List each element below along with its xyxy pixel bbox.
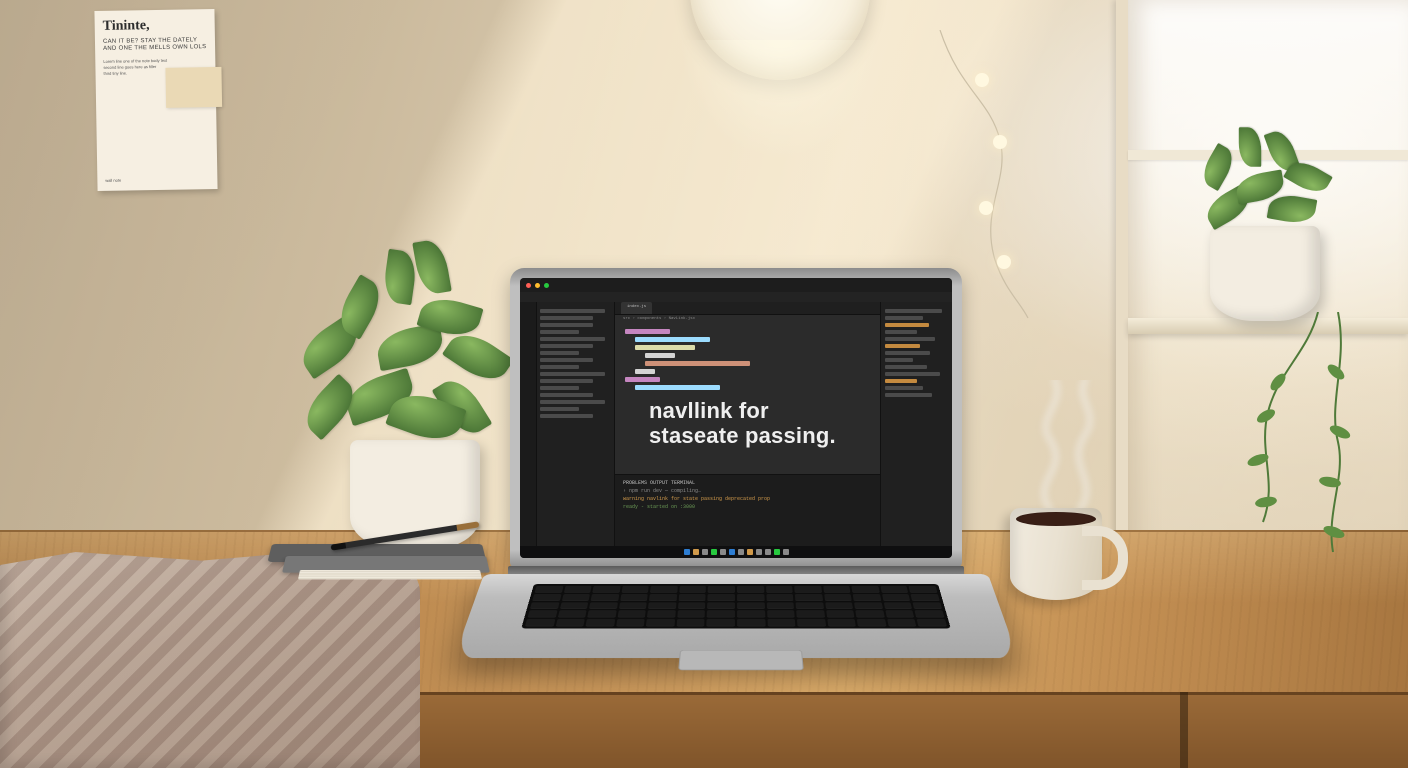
throw-blanket <box>0 552 420 768</box>
taskbar-app-icon[interactable] <box>693 549 699 555</box>
wall-note-swatch <box>165 67 222 108</box>
breadcrumb[interactable]: src › components › NavLink.jsx <box>615 315 880 323</box>
close-icon[interactable] <box>526 283 531 288</box>
wall-note-footer: wall note <box>105 178 121 183</box>
editor-overlay-message: navllink for staseate passing. <box>649 398 860 449</box>
taskbar-app-icon[interactable] <box>711 549 717 555</box>
taskbar-app-icon[interactable] <box>765 549 771 555</box>
minimize-icon[interactable] <box>535 283 540 288</box>
ide-body: index.js src › components › NavLink.jsx <box>520 302 952 546</box>
taskbar-app-icon[interactable] <box>702 549 708 555</box>
editor-tabbar[interactable]: index.js <box>615 302 880 315</box>
overlay-line-2: staseate passing. <box>649 423 836 448</box>
wall-note: Tininte, CAN IT BE? STAY THE DATELY AND … <box>94 9 217 191</box>
code-area[interactable] <box>625 326 874 393</box>
laptop-trackpad[interactable] <box>678 650 804 670</box>
terminal-tabs[interactable]: PROBLEMS OUTPUT TERMINAL <box>623 479 872 487</box>
wall-note-title: Tininte, <box>103 17 207 35</box>
ceiling-lamp <box>690 0 870 80</box>
overlay-line-1: navllink for <box>649 398 769 423</box>
notebook-page-edges <box>298 570 482 579</box>
window-frame-bar <box>1128 150 1408 160</box>
taskbar-app-icon[interactable] <box>747 549 753 555</box>
coffee-mug <box>1010 508 1102 600</box>
desk-seam <box>1180 692 1188 768</box>
taskbar-app-icon[interactable] <box>783 549 789 555</box>
taskbar-app-icon[interactable] <box>729 549 735 555</box>
laptop-keyboard[interactable] <box>521 584 951 629</box>
wall-note-subtitle: CAN IT BE? STAY THE DATELY AND ONE THE M… <box>103 37 207 53</box>
terminal-line: ready - started on :3000 <box>623 503 872 511</box>
editor-pane[interactable]: index.js src › components › NavLink.jsx <box>615 302 880 546</box>
os-taskbar[interactable] <box>520 546 952 558</box>
terminal-panel[interactable]: PROBLEMS OUTPUT TERMINAL › npm run dev —… <box>615 474 880 546</box>
activity-bar[interactable] <box>520 302 537 546</box>
coffee-steam <box>1020 380 1120 520</box>
editor-tab[interactable]: index.js <box>621 302 652 314</box>
maximize-icon[interactable] <box>544 283 549 288</box>
taskbar-app-icon[interactable] <box>738 549 744 555</box>
file-explorer[interactable] <box>537 302 615 546</box>
window-titlebar <box>520 278 952 292</box>
taskbar-app-icon[interactable] <box>720 549 726 555</box>
taskbar-app-icon[interactable] <box>756 549 762 555</box>
laptop-screen: index.js src › components › NavLink.jsx <box>520 278 952 558</box>
terminal-line: › npm run dev — compiling… <box>623 487 872 495</box>
taskbar-app-icon[interactable] <box>774 549 780 555</box>
laptop-lid: index.js src › components › NavLink.jsx <box>510 268 962 568</box>
taskbar-app-icon[interactable] <box>684 549 690 555</box>
windowsill-plant-pot <box>1210 226 1320 321</box>
laptop: index.js src › components › NavLink.jsx <box>500 268 972 688</box>
workspace-scene: Tininte, CAN IT BE? STAY THE DATELY AND … <box>0 0 1408 768</box>
terminal-line: warning navlink for state passing deprec… <box>623 495 872 503</box>
outline-panel[interactable] <box>880 302 952 546</box>
